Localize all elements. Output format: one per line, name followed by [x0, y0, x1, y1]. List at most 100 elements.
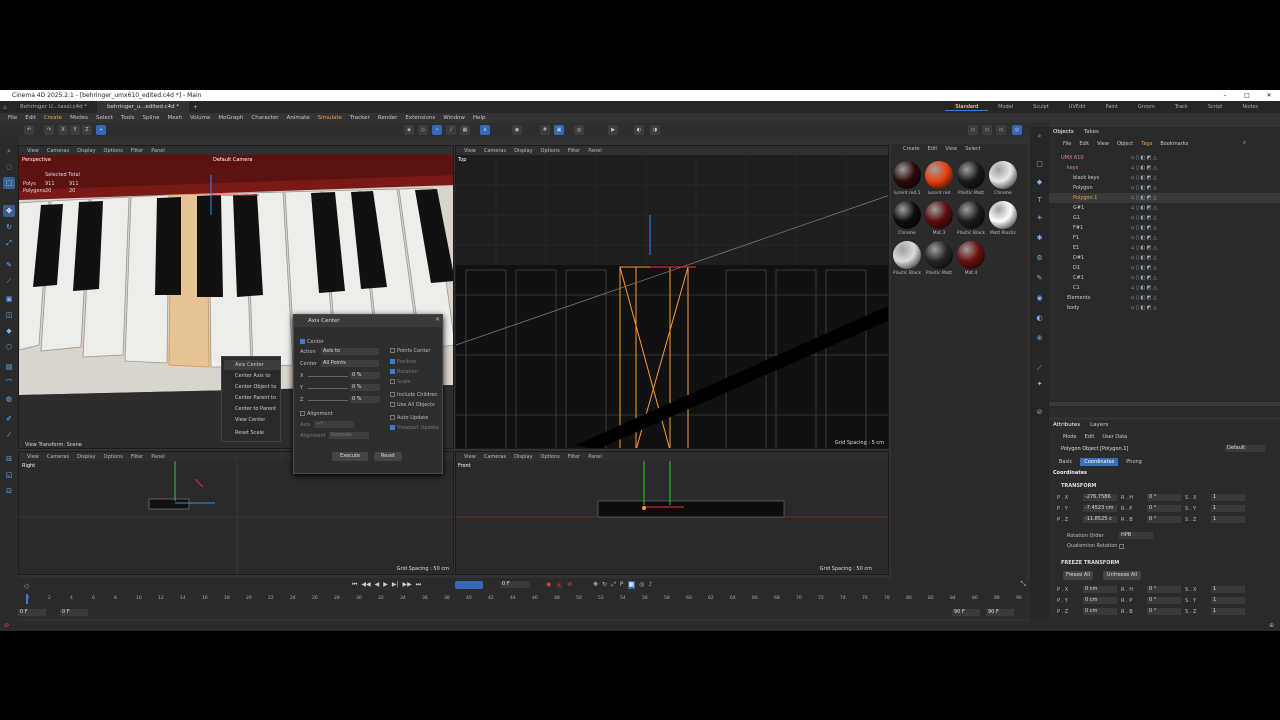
tab-objects[interactable]: Objects — [1053, 129, 1074, 135]
menu-create[interactable]: Create — [40, 115, 66, 121]
object-tree-item[interactable]: black keys ▫ ▯ ◧ ◩ △ — [1049, 173, 1280, 183]
workplane-icon[interactable]: ▣ — [554, 125, 564, 135]
light-icon[interactable]: ☀ — [1034, 213, 1045, 224]
effector-icon[interactable]: ⊕ — [1034, 333, 1045, 344]
center-checkbox[interactable] — [300, 339, 305, 344]
obj-menu-edit[interactable]: Edit — [1079, 141, 1089, 147]
coord-value-field[interactable]: 1 — [1211, 597, 1245, 604]
object-tree-item[interactable]: D1 ▫ ▯ ◧ ◩ △ — [1049, 263, 1280, 273]
material-swatch[interactable] — [893, 241, 921, 269]
material-swatch[interactable] — [957, 161, 985, 189]
object-tree-item[interactable]: F#1 ▫ ▯ ◧ ◩ △ — [1049, 223, 1280, 233]
coord-value-field[interactable]: 0 cm — [1083, 597, 1117, 604]
cube-icon[interactable]: ▣ — [3, 293, 15, 305]
rotate-icon[interactable]: ↻ — [3, 221, 15, 233]
menu-item-view-center[interactable]: View Center — [224, 415, 280, 425]
object-tags-icon[interactable]: ▫ ▯ ◧ ◩ △ — [1131, 203, 1157, 213]
layout-icon-3[interactable]: ▭ — [996, 125, 1006, 135]
live-select-icon[interactable]: ⬚ — [3, 177, 15, 189]
obj-menu-bookmarks[interactable]: Bookmarks — [1160, 141, 1188, 147]
position-row[interactable]: Position — [390, 359, 416, 365]
frame-icon[interactable]: ⊡ — [3, 485, 15, 497]
material-swatch[interactable] — [925, 241, 953, 269]
attr-menu-mode[interactable]: Mode — [1063, 434, 1077, 440]
primitive-icon[interactable]: ◆ — [1034, 177, 1045, 188]
menu-item-center-axis-to[interactable]: Center Axis to — [224, 371, 280, 381]
bend-icon[interactable]: ⟋ — [1034, 363, 1045, 374]
menu-select[interactable]: Select — [92, 115, 117, 121]
freeze-all-button[interactable]: Freeze All — [1063, 571, 1093, 580]
text-icon[interactable]: T — [1034, 195, 1045, 206]
solo-icon[interactable]: ◉ — [512, 125, 522, 135]
y-slider[interactable] — [308, 388, 348, 389]
object-tree-item[interactable]: C1 ▫ ▯ ◧ ◩ △ — [1049, 283, 1280, 293]
rotation-checkbox[interactable] — [390, 369, 395, 374]
menu-item-center-parent-to[interactable]: Center Parent to — [224, 393, 280, 403]
alignment-row[interactable]: Alignment — [300, 411, 333, 417]
viewport-front[interactable]: View Cameras Display Options Filter Pane… — [455, 451, 889, 575]
menu-mograph[interactable]: MoGraph — [214, 115, 247, 121]
paint-icon[interactable]: ✐ — [3, 413, 15, 425]
object-tags-icon[interactable]: ▫ ▯ ◧ ◩ △ — [1131, 283, 1157, 293]
menu-item-center-object-to[interactable]: Center Object to — [224, 382, 280, 392]
start-frame-field[interactable]: 0 F — [18, 609, 46, 616]
coord-value-field[interactable]: 0 cm — [1083, 608, 1117, 615]
view-settings-icon[interactable]: ◐ — [634, 125, 644, 135]
edge-mode-icon[interactable]: / — [446, 125, 456, 135]
simulate-icon[interactable]: ✦ — [1034, 379, 1045, 390]
vp-menu-cameras[interactable]: Cameras — [43, 454, 73, 460]
vp-menu-panel[interactable]: Panel — [584, 454, 606, 460]
axis-z-button[interactable]: Z — [82, 125, 92, 135]
timeline-ruler[interactable]: 0246810121416182022242628303234363840424… — [18, 578, 1030, 608]
cube-outline-icon[interactable]: ◫ — [3, 309, 15, 321]
object-tags-icon[interactable]: ▫ ▯ ◧ ◩ △ — [1131, 303, 1157, 313]
vp-menu-options[interactable]: Options — [537, 148, 564, 154]
pen-icon[interactable]: ✎ — [3, 259, 15, 271]
object-tags-icon[interactable]: ▫ ▯ ◧ ◩ △ — [1131, 263, 1157, 273]
menu-item-reset-scale[interactable]: Reset Scale — [224, 428, 280, 438]
coord-value-field[interactable]: 0 ° — [1147, 597, 1181, 604]
layout-sculpt[interactable]: Sculpt — [1023, 104, 1059, 110]
vp-menu-display[interactable]: Display — [73, 148, 99, 154]
coord-value-field[interactable]: 0 cm — [1083, 586, 1117, 593]
object-tree-item[interactable]: C#1 ▫ ▯ ◧ ◩ △ — [1049, 273, 1280, 283]
viewport-top[interactable]: View Cameras Display Options Filter Pane… — [455, 145, 889, 449]
home-icon[interactable]: ⌂ — [0, 104, 10, 111]
texture-mode-icon[interactable]: ◇ — [418, 125, 428, 135]
minimize-icon[interactable]: – — [1214, 90, 1236, 101]
coord-value-field[interactable]: -276.7586 — [1083, 494, 1117, 501]
layout-icon-2[interactable]: ▭ — [982, 125, 992, 135]
layout-uvedit[interactable]: UVEdit — [1059, 104, 1096, 110]
search-icon[interactable]: ⌕ — [3, 145, 15, 157]
camera-icon[interactable]: ◉ — [1034, 293, 1045, 304]
ruler-icon[interactable]: ⊟ — [3, 453, 15, 465]
render-icon[interactable]: ◎ — [574, 125, 584, 135]
x-slider[interactable] — [308, 376, 348, 377]
attr-preset-select[interactable]: Default — [1225, 445, 1265, 452]
vp-menu-options[interactable]: Options — [537, 454, 564, 460]
z-value[interactable]: 0 % — [350, 396, 380, 403]
layout-icon-1[interactable]: ▭ — [968, 125, 978, 135]
alignment-checkbox[interactable] — [300, 411, 305, 416]
obj-menu-object[interactable]: Object — [1117, 141, 1133, 147]
new-tab-icon[interactable]: + — [189, 104, 198, 111]
layout-model[interactable]: Model — [988, 104, 1023, 110]
vp-menu-cameras[interactable]: Cameras — [43, 148, 73, 154]
menu-file[interactable]: File — [4, 115, 21, 121]
viewport-update-checkbox[interactable] — [390, 425, 395, 430]
search-icon[interactable]: ⌕ — [1034, 131, 1045, 142]
attr-menu-user-data[interactable]: User Data — [1102, 434, 1127, 440]
tag-icon[interactable]: ⚙ — [1034, 253, 1045, 264]
action-select[interactable]: Axis to — [321, 348, 379, 355]
viewport-update-row[interactable]: Viewport Update — [390, 425, 439, 431]
coord-system-icon[interactable]: ⌖ — [96, 125, 106, 135]
execute-button[interactable]: Execute — [332, 452, 368, 461]
vp-menu-view[interactable]: View — [23, 148, 43, 154]
x-value[interactable]: 0 % — [350, 372, 380, 379]
auto-update-row[interactable]: Auto Update — [390, 415, 428, 421]
deformer-icon[interactable]: ✱ — [1034, 233, 1045, 244]
vp-menu-cameras[interactable]: Cameras — [480, 454, 510, 460]
object-tags-icon[interactable]: ▫ ▯ ◧ ◩ △ — [1131, 153, 1157, 163]
menu-item-axis-center[interactable]: Axis Center — [224, 360, 280, 370]
object-tree-item[interactable]: Polygon.1 ▫ ▯ ◧ ◩ △ — [1049, 193, 1280, 203]
